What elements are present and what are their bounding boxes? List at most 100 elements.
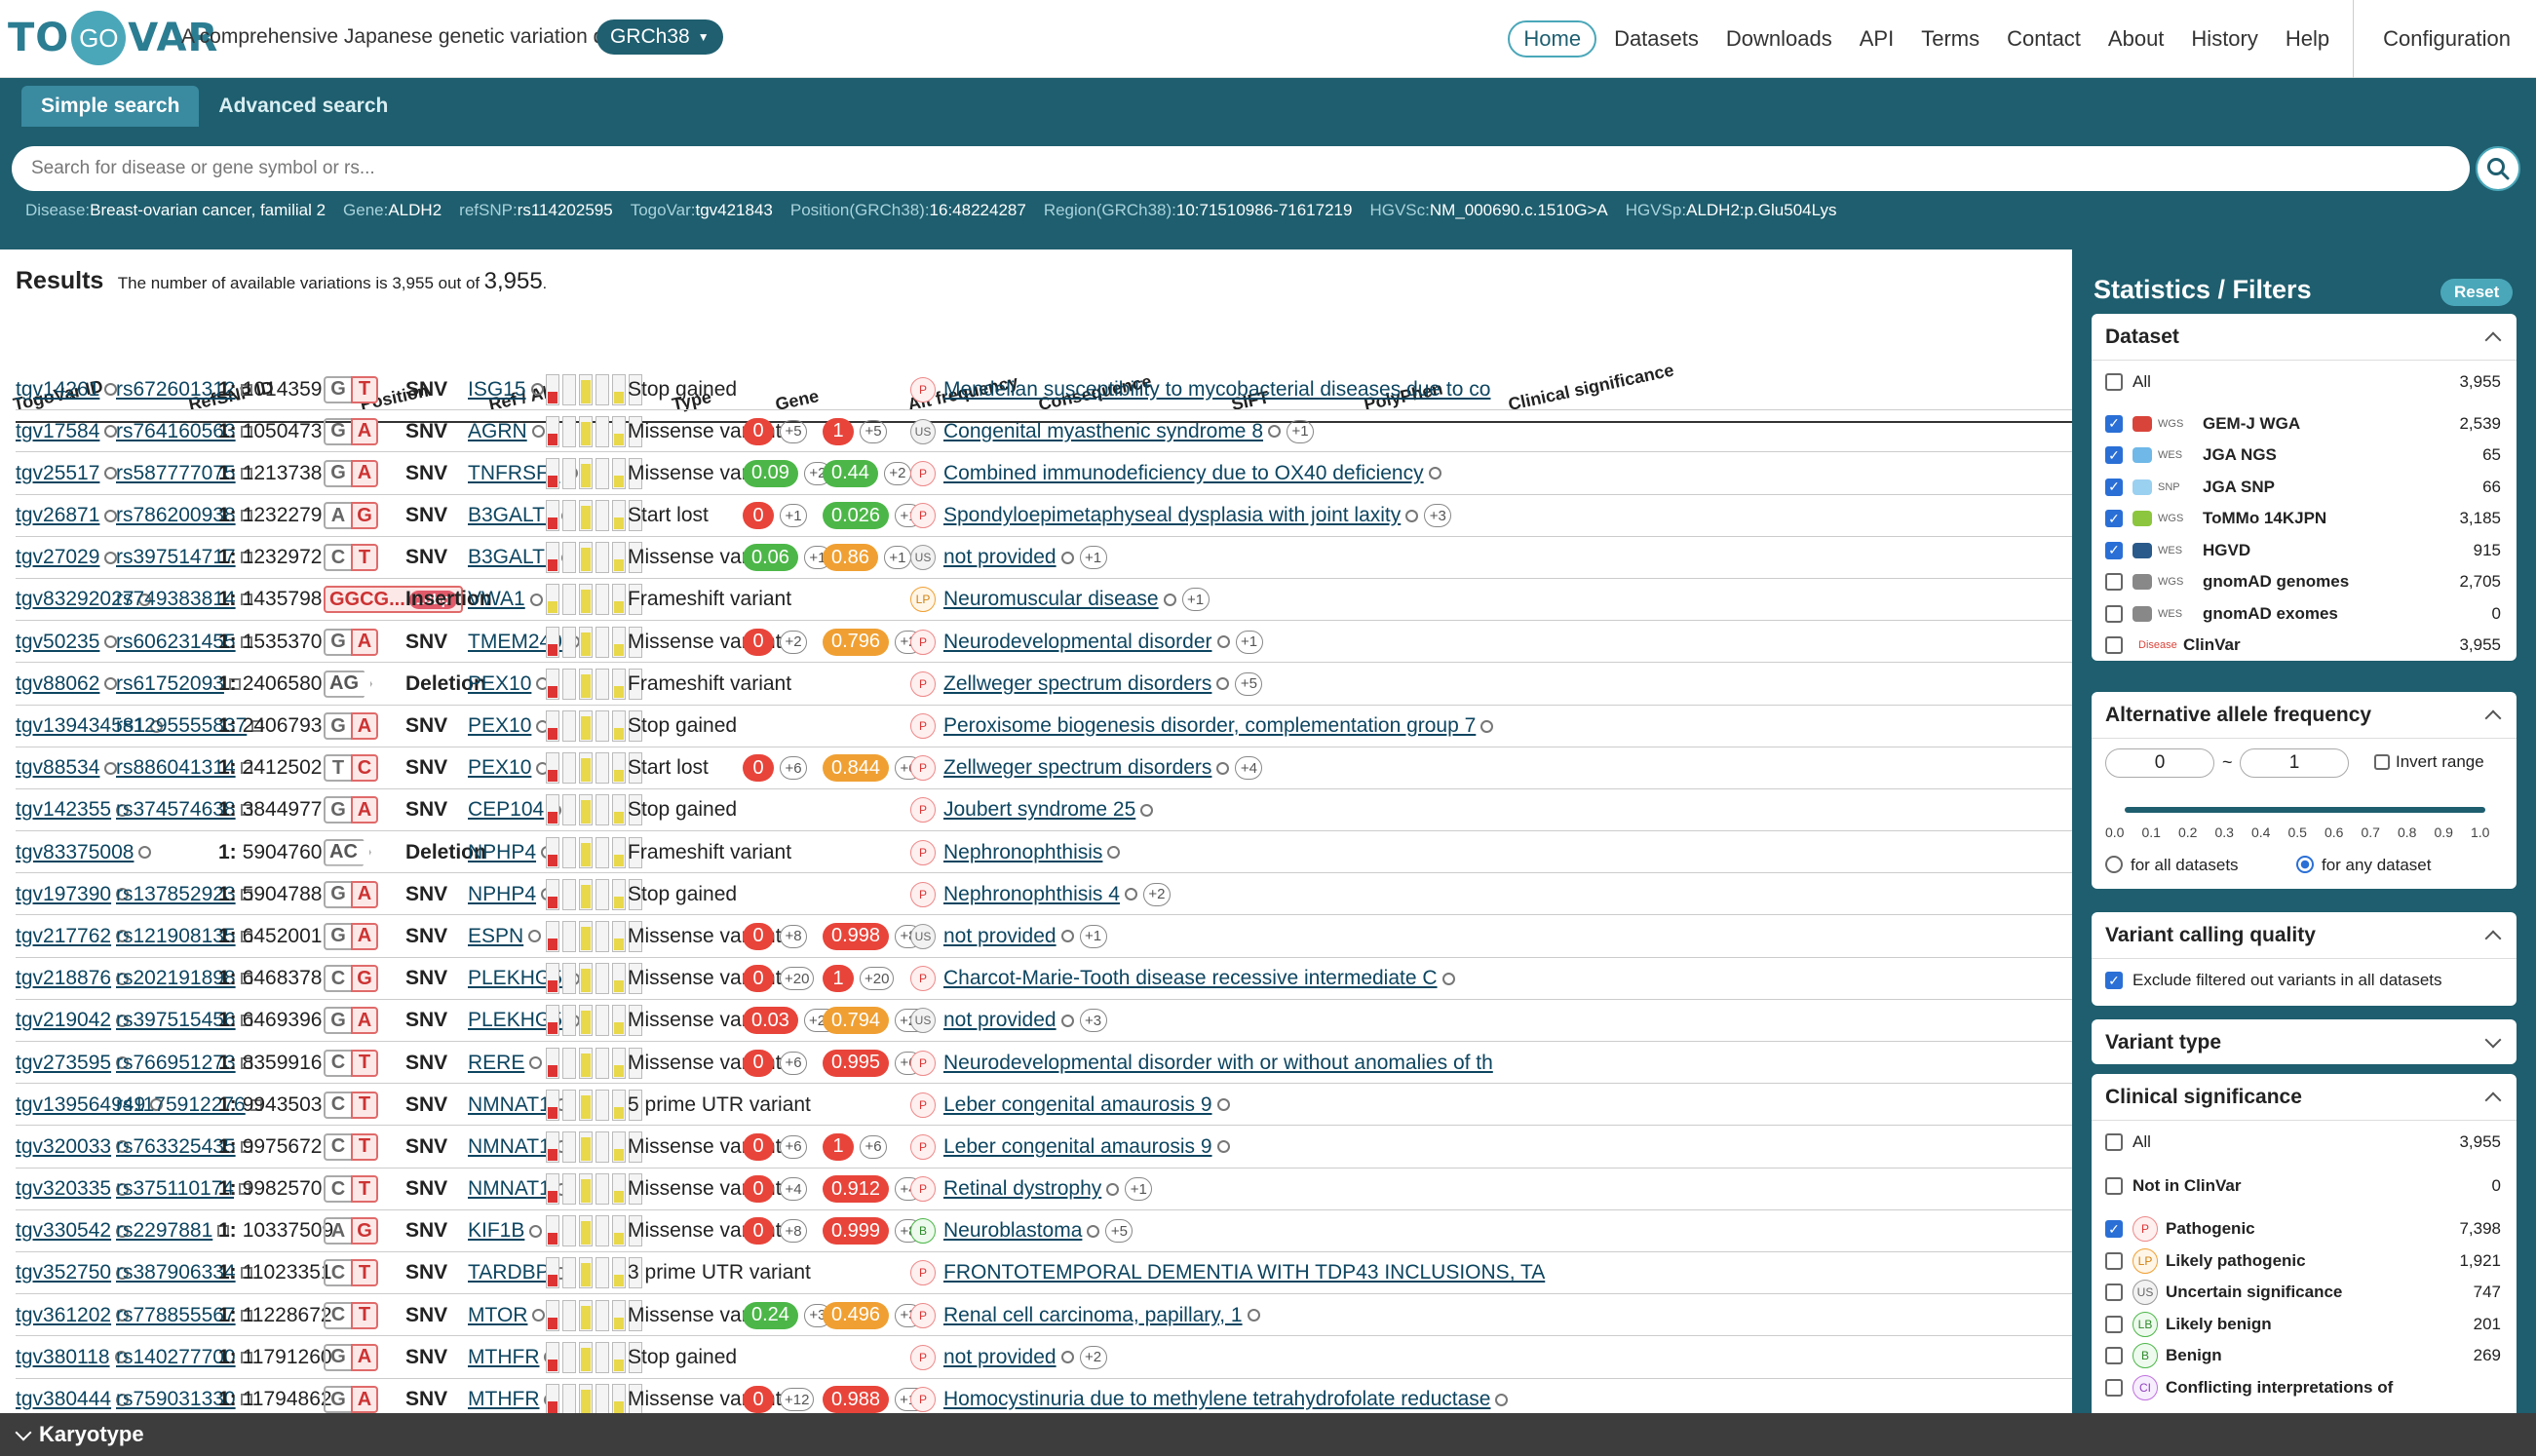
- checkbox[interactable]: [2105, 1251, 2123, 1270]
- disease-link[interactable]: not provided: [943, 546, 1057, 569]
- sift-more-badge[interactable]: +6: [780, 1134, 807, 1159]
- nav-about[interactable]: About: [2094, 26, 2178, 52]
- nav-configuration[interactable]: Configuration: [2353, 0, 2536, 78]
- more-conditions-badge[interactable]: +1: [1287, 419, 1315, 443]
- checkbox[interactable]: [2105, 373, 2123, 392]
- table-row[interactable]: tgv83292027 rs749383814 1: 1435798 GGCG... 10…: [16, 579, 2072, 622]
- dataset-row[interactable]: Disease ClinVar 3,955: [2092, 630, 2517, 661]
- polyphen-more-badge[interactable]: +5: [860, 419, 887, 443]
- table-row[interactable]: tgv273595 rs766951273 1: 8359916 C T SNV RERE Mi…: [16, 1042, 2072, 1085]
- search-button[interactable]: [2476, 146, 2520, 191]
- nav-datasets[interactable]: Datasets: [1600, 26, 1712, 52]
- table-row[interactable]: tgv320033 rs763325435 1: 9975672 C T SNV NMNAT1…: [16, 1126, 2072, 1169]
- disease-link[interactable]: FRONTOTEMPORAL DEMENTIA WITH TDP43 INCLU…: [943, 1261, 1545, 1284]
- nav-home[interactable]: Home: [1508, 20, 1597, 57]
- info-icon[interactable]: [1216, 1098, 1230, 1112]
- table-row[interactable]: tgv142355 rs374574638 1: 3844977 G A SNV CEP104…: [16, 789, 2072, 832]
- togovar-id-link[interactable]: tgv218876: [16, 967, 111, 990]
- disease-link[interactable]: Neuromuscular disease: [943, 588, 1159, 611]
- info-icon[interactable]: [1495, 1393, 1509, 1406]
- gene-link[interactable]: MTHFR: [468, 1388, 539, 1411]
- checkbox-checked[interactable]: ✓: [2105, 414, 2123, 433]
- sift-more-badge[interactable]: +6: [780, 1051, 807, 1075]
- checkbox-checked[interactable]: ✓: [2105, 446, 2123, 465]
- togovar-id-link[interactable]: tgv219042: [16, 1009, 111, 1032]
- sift-more-badge[interactable]: +6: [780, 756, 807, 781]
- disease-link[interactable]: Neurodevelopmental disorder with or with…: [943, 1052, 1493, 1075]
- info-icon[interactable]: [1247, 1309, 1260, 1322]
- info-icon[interactable]: [1087, 1224, 1100, 1238]
- togovar-id-link[interactable]: tgv361202: [16, 1304, 111, 1327]
- disease-link[interactable]: not provided: [943, 1346, 1057, 1369]
- togovar-id-link[interactable]: tgv88062: [16, 672, 99, 696]
- disease-link[interactable]: Homocystinuria due to methylene tetrahyd…: [943, 1388, 1490, 1411]
- disease-link[interactable]: Spondyloepimetaphyseal dysplasia with jo…: [943, 504, 1401, 527]
- info-icon[interactable]: [1163, 593, 1176, 606]
- clinical-row[interactable]: US Uncertain significance 747: [2092, 1277, 2517, 1309]
- checkbox[interactable]: [2105, 1378, 2123, 1397]
- table-row[interactable]: tgv139434581 rs1295555837 1: 2406793 G A SNV PE…: [16, 706, 2072, 747]
- gene-link[interactable]: MTHFR: [468, 1346, 539, 1369]
- checkbox[interactable]: [2105, 1133, 2123, 1152]
- more-conditions-badge[interactable]: +2: [1079, 1345, 1107, 1369]
- more-conditions-badge[interactable]: +1: [1079, 924, 1107, 948]
- more-conditions-badge[interactable]: +3: [1079, 1009, 1107, 1033]
- table-row[interactable]: tgv218876 rs202191898 1: 6468378 C G SNV PLEKHG…: [16, 958, 2072, 1000]
- dataset-row[interactable]: WGS gnomAD genomes 2,705: [2092, 566, 2517, 598]
- quality-panel-header[interactable]: Variant calling quality: [2092, 912, 2517, 959]
- nav-api[interactable]: API: [1846, 26, 1907, 52]
- polyphen-more-badge[interactable]: +6: [860, 1134, 887, 1159]
- polyphen-more-badge[interactable]: +1: [883, 546, 911, 570]
- gene-link[interactable]: PEX10: [468, 756, 531, 780]
- disease-link[interactable]: Renal cell carcinoma, papillary, 1: [943, 1304, 1243, 1327]
- info-icon[interactable]: [1124, 888, 1137, 901]
- more-conditions-badge[interactable]: +2: [1142, 882, 1171, 906]
- checkbox-checked[interactable]: ✓: [2105, 541, 2123, 559]
- disease-link[interactable]: Nephronophthisis 4: [943, 883, 1120, 906]
- info-icon[interactable]: [1216, 1140, 1230, 1154]
- dataset-row[interactable]: ✓ SNP JGA SNP 66: [2092, 472, 2517, 504]
- disease-link[interactable]: Nephronophthisis: [943, 841, 1102, 864]
- table-row[interactable]: tgv27029 rs397514717 1: 1232972 C T SNV B3GALT6…: [16, 537, 2072, 579]
- togovar-id-link[interactable]: tgv380118: [16, 1346, 110, 1369]
- more-conditions-badge[interactable]: +3: [1424, 504, 1452, 528]
- table-row[interactable]: tgv14261 rs672601312 1: 1014359 G T SNV ISG15 St…: [16, 368, 2072, 411]
- sift-more-badge[interactable]: +2: [780, 630, 807, 654]
- refsnp-link[interactable]: rs2297881: [116, 1219, 212, 1243]
- nav-downloads[interactable]: Downloads: [1712, 26, 1846, 52]
- table-row[interactable]: tgv320335 rs375110174 1: 9982570 C T SNV NMNAT1…: [16, 1169, 2072, 1210]
- more-conditions-badge[interactable]: +1: [1181, 588, 1210, 612]
- clinical-row[interactable]: LP Likely pathogenic 1,921: [2092, 1245, 2517, 1278]
- polyphen-more-badge[interactable]: +20: [860, 967, 895, 991]
- gene-link[interactable]: NMNAT1: [468, 1093, 551, 1117]
- disease-link[interactable]: Neurodevelopmental disorder: [943, 631, 1212, 654]
- info-icon[interactable]: [1106, 1182, 1120, 1196]
- gene-link[interactable]: NMNAT1: [468, 1135, 551, 1159]
- togovar-id-link[interactable]: tgv320033: [16, 1135, 111, 1159]
- table-row[interactable]: tgv352750 rs387906334 1: 11023351 C T SNV TARDB…: [16, 1252, 2072, 1295]
- info-icon[interactable]: [1140, 803, 1154, 817]
- search-example[interactable]: refSNP:rs114202595: [459, 201, 613, 219]
- togovar-id-link[interactable]: tgv25517: [16, 462, 99, 485]
- sift-more-badge[interactable]: +12: [780, 1388, 815, 1411]
- dataset-row[interactable]: ✓ WES JGA NGS 65: [2092, 440, 2517, 472]
- gene-link[interactable]: PEX10: [468, 714, 531, 738]
- clinical-row[interactable]: B Benign 269: [2092, 1340, 2517, 1372]
- invert-range-checkbox[interactable]: [2374, 754, 2390, 770]
- info-icon[interactable]: [1480, 719, 1494, 733]
- table-row[interactable]: tgv50235 rs606231455 1: 1535370 G A SNV TMEM240…: [16, 621, 2072, 664]
- clinical-all-row[interactable]: All 3,955: [2092, 1127, 2517, 1159]
- nav-history[interactable]: History: [2177, 26, 2271, 52]
- dataset-row[interactable]: ✓ WGS GEM-J WGA 2,539: [2092, 408, 2517, 441]
- dataset-row[interactable]: ✓ WES HGVD 915: [2092, 535, 2517, 567]
- variant-type-panel-header[interactable]: Variant type: [2092, 1019, 2517, 1064]
- clinical-panel-header[interactable]: Clinical significance: [2092, 1074, 2517, 1121]
- info-icon[interactable]: [528, 930, 542, 943]
- not-in-clinvar-row[interactable]: Not in ClinVar 0: [2092, 1170, 2517, 1203]
- more-conditions-badge[interactable]: +1: [1079, 546, 1107, 570]
- gene-link[interactable]: NMNAT1: [468, 1177, 551, 1201]
- disease-link[interactable]: Charcot-Marie-Tooth disease recessive in…: [943, 967, 1438, 990]
- info-icon[interactable]: [1216, 761, 1230, 775]
- table-row[interactable]: tgv83375008 1: 5904760 AC Deletion NPHP4 Frame…: [16, 831, 2072, 874]
- gene-link[interactable]: NPHP4: [468, 841, 536, 864]
